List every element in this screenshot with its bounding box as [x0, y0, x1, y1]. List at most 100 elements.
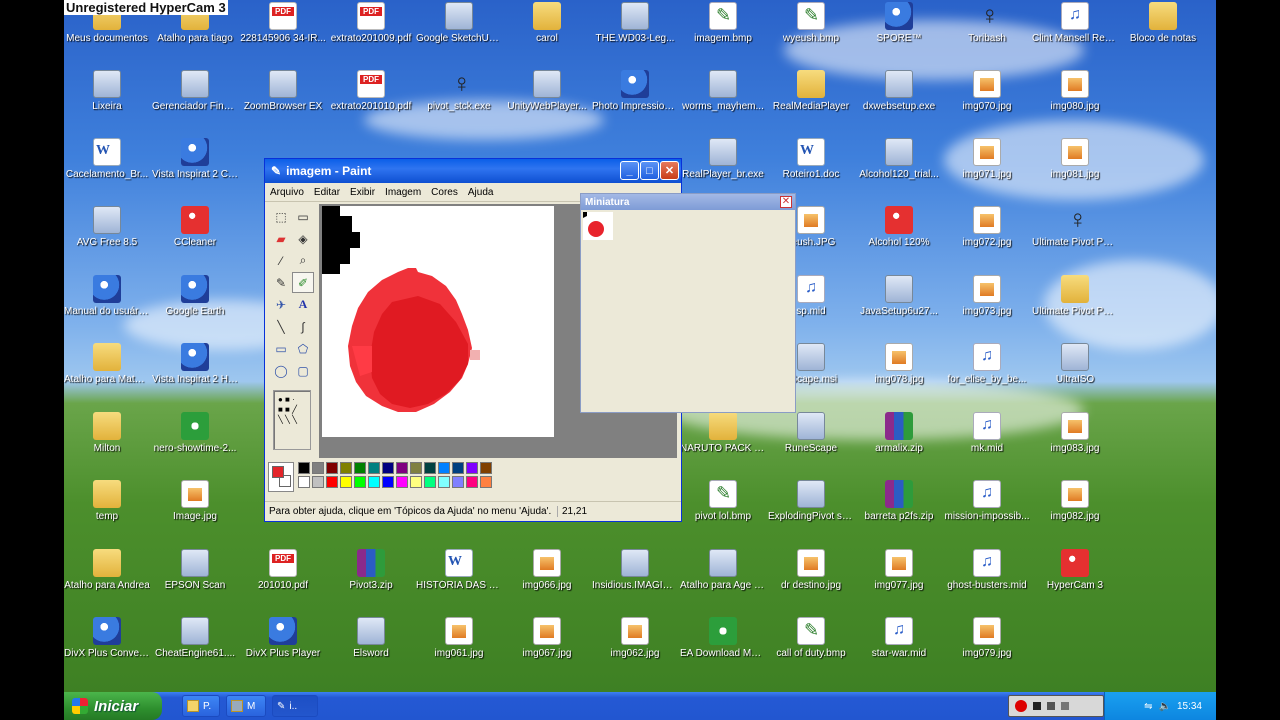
desktop-icon-divx-converter[interactable]: DivX Plus Converter — [64, 617, 150, 660]
desktop-icon-milton[interactable]: Milton — [64, 412, 150, 455]
color-swatch[interactable] — [326, 476, 338, 488]
color-swatch[interactable] — [396, 476, 408, 488]
close-button[interactable]: ✕ — [660, 161, 679, 180]
miniatura-close-button[interactable]: ✕ — [780, 196, 792, 208]
brush-icon[interactable]: ✐ — [292, 272, 314, 293]
menu-cores[interactable]: Cores — [426, 187, 463, 198]
desktop-icon-img066[interactable]: img066.jpg — [504, 549, 590, 592]
airbrush-icon[interactable]: ✈ — [270, 294, 292, 315]
desktop-icon-imagem-bmp[interactable]: imagem.bmp — [680, 2, 766, 45]
desktop-icon-carol[interactable]: carol — [504, 2, 590, 45]
desktop-icon-pdf-228145906[interactable]: 228145906 34-IR... — [240, 2, 326, 45]
desktop-icon-bloco-de-notas[interactable]: Bloco de notas — [1120, 2, 1206, 45]
menu-imagem[interactable]: Imagem — [380, 187, 426, 198]
ellipse-icon[interactable]: ◯ — [270, 360, 292, 381]
color-swatch[interactable] — [466, 476, 478, 488]
desktop-icon-google-sketchup[interactable]: Google SketchUp 8 — [416, 2, 502, 45]
curve-icon[interactable]: ∫ — [292, 316, 314, 337]
color-swatch[interactable] — [312, 462, 324, 474]
desktop-icon-divx-player[interactable]: DivX Plus Player — [240, 617, 326, 660]
desktop-icon-star-war[interactable]: star-war.mid — [856, 617, 942, 660]
color-swatch[interactable] — [452, 462, 464, 474]
desktop-icon-toribash[interactable]: Toribash — [944, 0, 1030, 45]
screen-icon[interactable] — [1047, 702, 1055, 710]
desktop-icon-img061[interactable]: img061.jpg — [416, 617, 502, 660]
desktop-icon-ultimate-pivot-exe[interactable]: Ultimate Pivot Pack.exe — [1032, 204, 1118, 249]
desktop-icon-img067[interactable]: img067.jpg — [504, 617, 590, 660]
menu-arquivo[interactable]: Arquivo — [265, 187, 309, 198]
desktop-icon-ultraiso[interactable]: UltraISO — [1032, 343, 1118, 386]
desktop-icon-lixeira[interactable]: Lixeira — [64, 70, 150, 113]
polygon-icon[interactable]: ⬠ — [292, 338, 314, 359]
color-swatch[interactable] — [480, 462, 492, 474]
desktop-icon-ghost-busters[interactable]: ghost-busters.mid — [944, 549, 1030, 592]
desktop-icon-epson-scan[interactable]: EPSON Scan — [152, 549, 238, 592]
desktop-icon-exploding-pivot[interactable]: ExplodingPivot stick pack.piv — [768, 480, 854, 523]
color-swatch[interactable] — [382, 476, 394, 488]
desktop-icon-elsword[interactable]: Elsword — [328, 617, 414, 660]
desktop-icon-img070[interactable]: img070.jpg — [944, 70, 1030, 113]
color-swatch[interactable] — [298, 476, 310, 488]
task-p[interactable]: P. — [182, 695, 220, 717]
desktop-icon-unity-webplayer[interactable]: UnityWebPlayer... — [504, 70, 590, 113]
desktop-icon-alcohol-120[interactable]: Alcohol 120% — [856, 206, 942, 249]
desktop-icon-img077[interactable]: img077.jpg — [856, 549, 942, 592]
paint-titlebar[interactable]: ✎ imagem - Paint — [265, 159, 681, 183]
desktop-icon-mk-mid[interactable]: mk.mid — [944, 412, 1030, 455]
color-swatch[interactable] — [424, 462, 436, 474]
settings-icon[interactable] — [1061, 702, 1069, 710]
desktop-icon-realplayer-br[interactable]: RealPlayer_br.exe — [680, 138, 766, 181]
task-m[interactable]: M — [226, 695, 266, 717]
color-swatch[interactable] — [466, 462, 478, 474]
desktop-icon-cacelamento[interactable]: Cacelamento_Br... — [64, 138, 150, 181]
magnifier-icon[interactable]: ⌕ — [292, 250, 314, 271]
desktop-icon-google-earth[interactable]: Google Earth — [152, 275, 238, 318]
color-swatch[interactable] — [354, 476, 366, 488]
record-icon[interactable] — [1015, 700, 1027, 712]
color-swatch[interactable] — [480, 476, 492, 488]
current-colors[interactable] — [268, 462, 294, 492]
color-swatch[interactable] — [326, 462, 338, 474]
text-icon[interactable]: A — [292, 294, 314, 315]
desktop-icon-pivot3-zip[interactable]: Pivot3.zip — [328, 549, 414, 592]
menu-exibir[interactable]: Exibir — [345, 187, 380, 198]
desktop-icon-pivot-lol-bmp[interactable]: pivot lol.bmp — [680, 480, 766, 523]
desktop-icon-photo-impression[interactable]: Photo Impression 6 — [592, 70, 678, 113]
task-imagem-paint[interactable]: ✎ i.. — [272, 695, 318, 717]
desktop-icon-img073[interactable]: img073.jpg — [944, 275, 1030, 318]
free-select-icon[interactable]: ⬚ — [270, 206, 292, 227]
miniatura-titlebar[interactable]: Miniatura — [581, 194, 795, 210]
desktop-icon-ultimate-pivot-pack[interactable]: Ultimate Pivot Pack — [1032, 275, 1118, 318]
eraser-icon[interactable]: ▰ — [270, 228, 292, 249]
rect-select-icon[interactable]: ▭ — [292, 206, 314, 227]
desktop-icon-img062[interactable]: img062.jpg — [592, 617, 678, 660]
color-picker-icon[interactable]: ⁄ — [270, 250, 292, 271]
miniatura-window[interactable]: Miniatura ✕ — [580, 193, 796, 413]
hypercam-controls[interactable] — [1008, 695, 1104, 717]
color-swatch[interactable] — [438, 462, 450, 474]
desktop-icon-ea-download[interactable]: EA Download Manager — [680, 617, 766, 660]
fill-bucket-icon[interactable]: ◈ — [292, 228, 314, 249]
desktop-icon-barreta-zip[interactable]: barreta p2fs.zip — [856, 480, 942, 523]
menu-editar[interactable]: Editar — [309, 187, 345, 198]
desktop-icon-img079[interactable]: img079.jpg — [944, 617, 1030, 660]
color-swatch[interactable] — [340, 462, 352, 474]
desktop-icon-realmediaplayer[interactable]: RealMediaPlayer — [768, 70, 854, 113]
desktop-icon-age-off-dragons[interactable]: Atalho para Age off dragons.piv — [680, 549, 766, 592]
pencil-icon[interactable]: ✎ — [270, 272, 292, 293]
color-swatch[interactable] — [382, 462, 394, 474]
desktop-icon-armalix-zip[interactable]: armalix.zip — [856, 412, 942, 455]
color-swatch[interactable] — [452, 476, 464, 488]
desktop-icon-for-elise[interactable]: for_elise_by_be... — [944, 343, 1030, 386]
desktop-icon-ccleaner[interactable]: CCleaner — [152, 206, 238, 249]
color-swatch[interactable] — [396, 462, 408, 474]
desktop-icon-worms-mayhem[interactable]: worms_mayhem... — [680, 70, 766, 113]
desktop-icon-call-of-duty[interactable]: call of duty.bmp — [768, 617, 854, 660]
stop-icon[interactable] — [1033, 702, 1041, 710]
desktop-icon-pdf-201010[interactable]: 201010.pdf — [240, 549, 326, 592]
color-swatch[interactable] — [368, 476, 380, 488]
desktop-icon-roteiro1[interactable]: Roteiro1.doc — [768, 138, 854, 181]
desktop-icon-atalho-mateus[interactable]: Atalho para Mateus — [64, 343, 150, 386]
desktop-icon-gerenciador-financeiro[interactable]: Gerenciador Financeiro — [152, 70, 238, 113]
start-button[interactable]: Iniciar — [64, 692, 162, 720]
